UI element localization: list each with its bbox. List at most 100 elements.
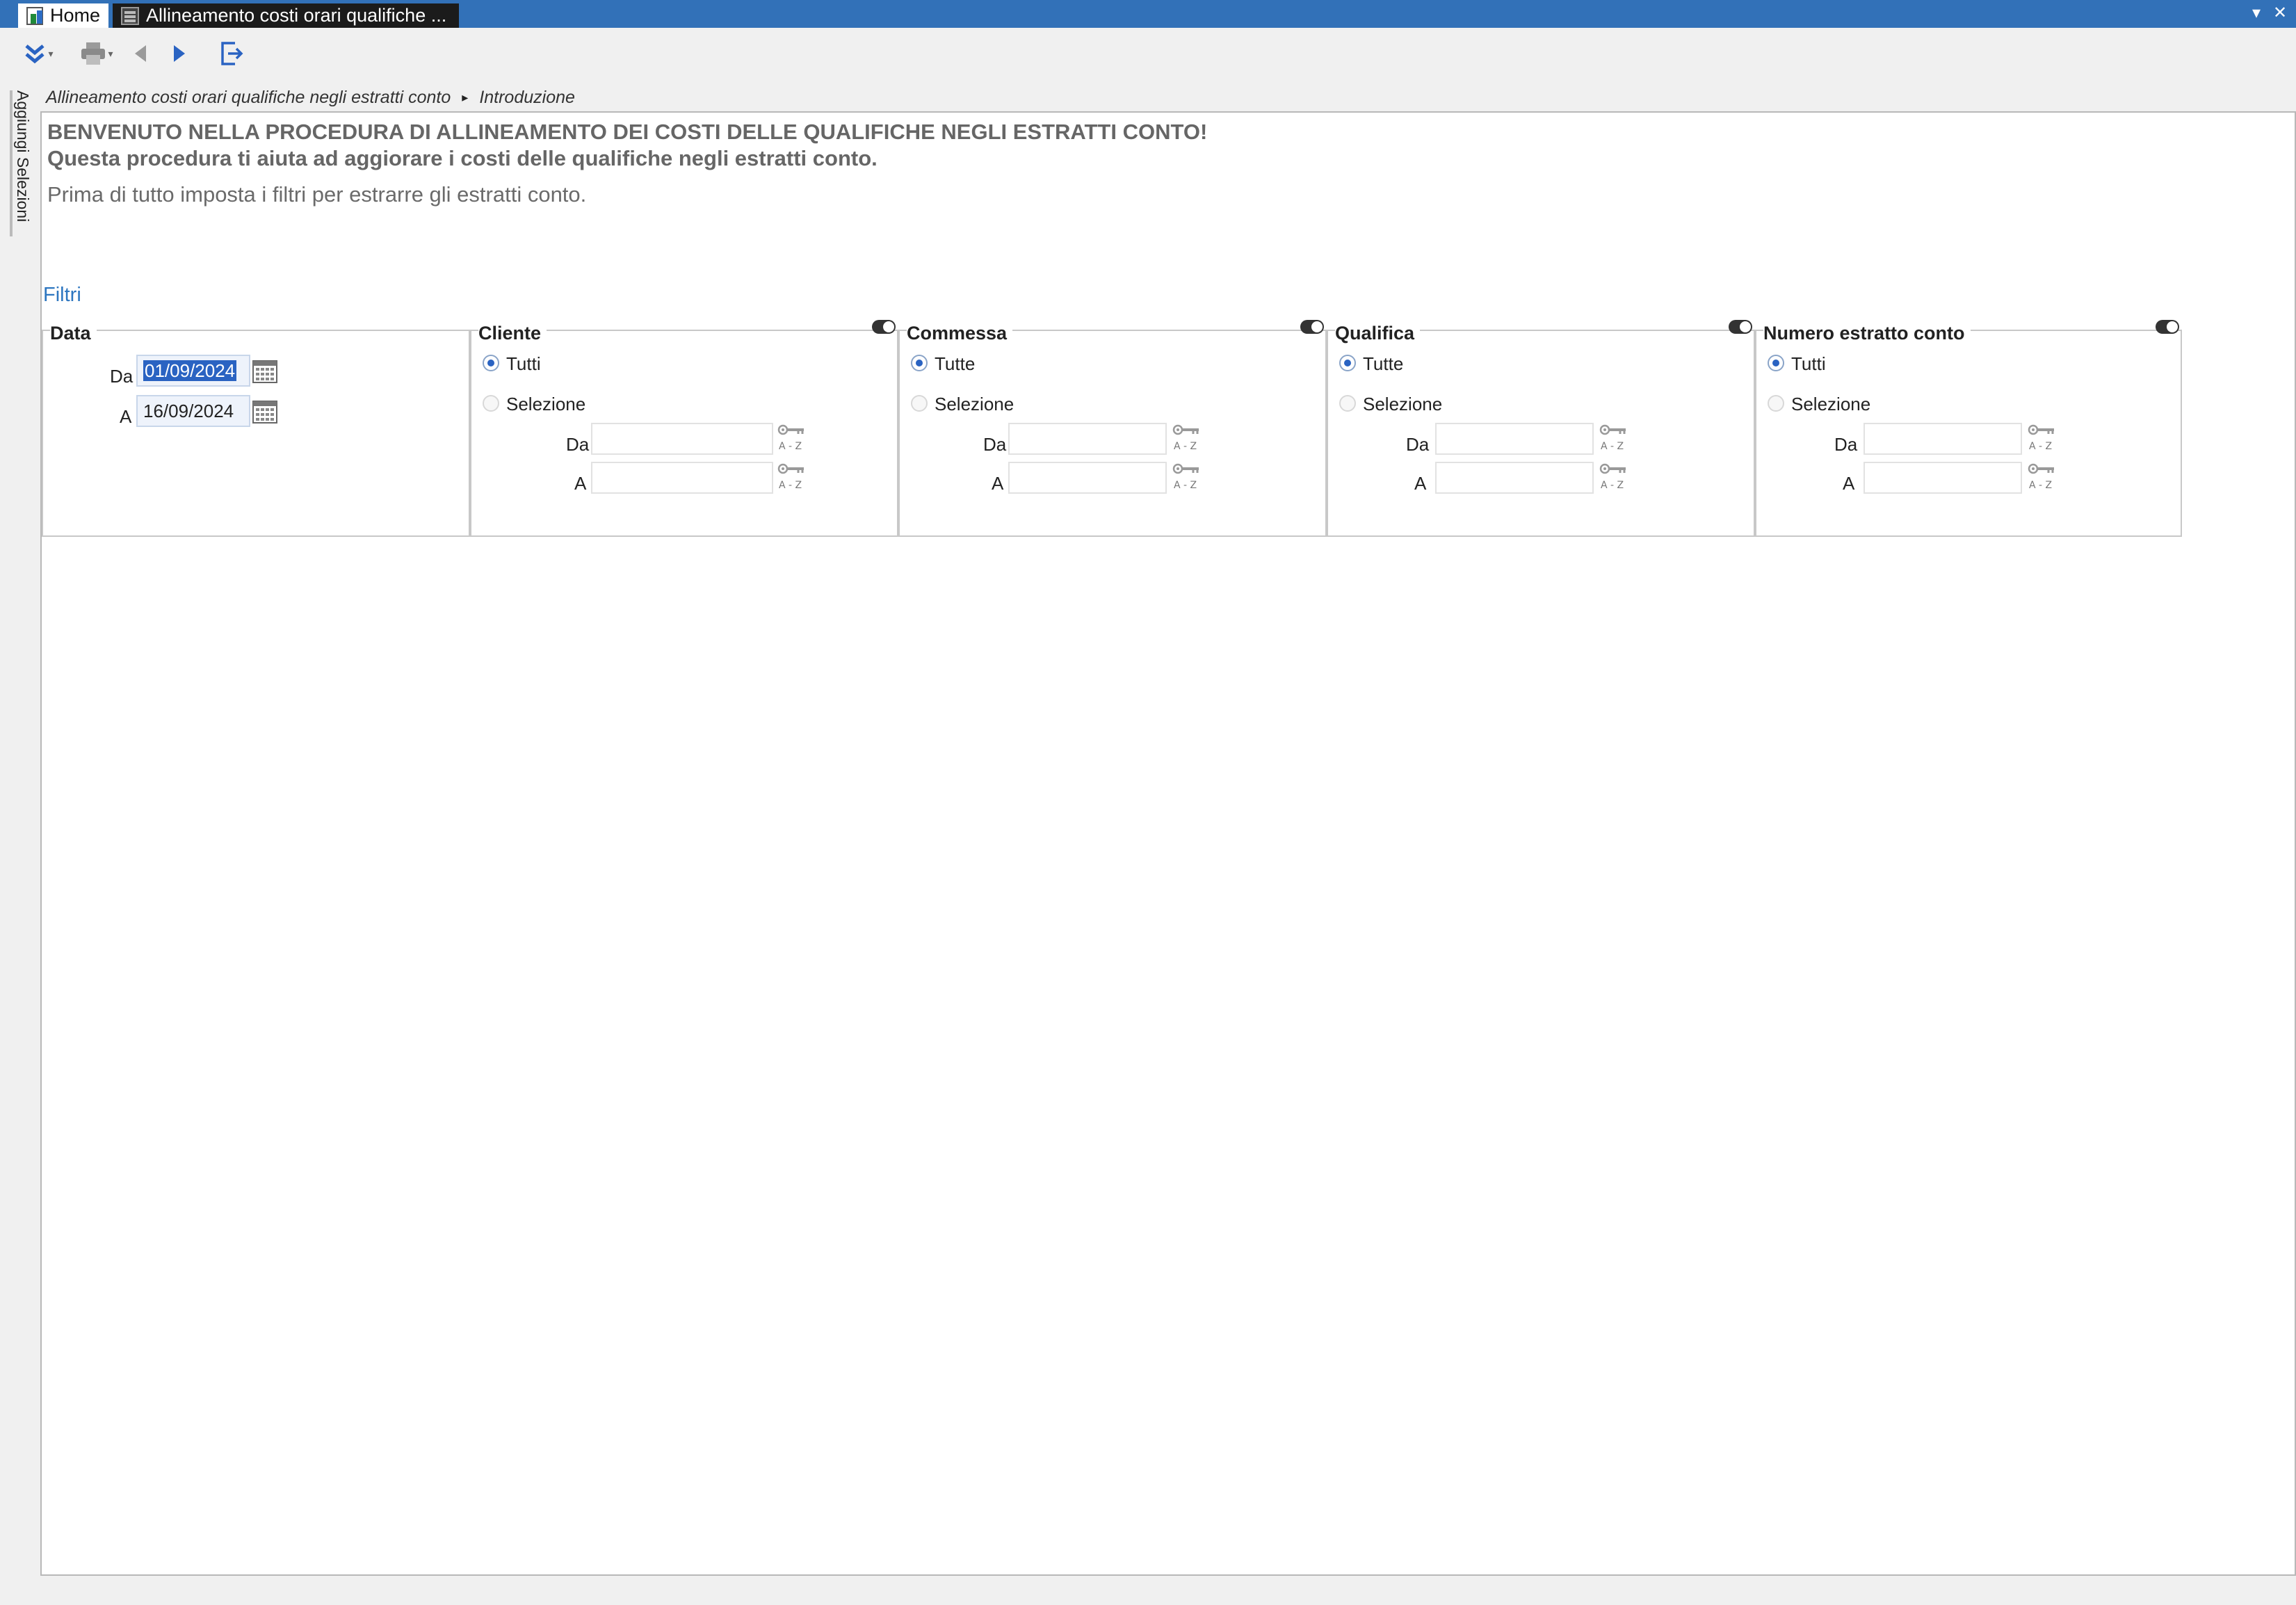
key-caption: A - Z (779, 441, 802, 452)
filter-group-title: Cliente (478, 323, 547, 344)
range-to-label: A (992, 473, 1004, 494)
filter-group-numero-estratto-conto: Numero estratto conto Tutti Selezione Da… (1755, 320, 2182, 537)
key-caption: A - Z (779, 480, 802, 491)
radio-all-label: Tutte (1363, 353, 1404, 374)
calendar-icon[interactable] (252, 357, 278, 384)
key-lookup-icon[interactable]: A - Z (1599, 462, 1630, 492)
range-from-label: Da (1406, 434, 1430, 455)
minimize-button[interactable]: ▾ (2246, 3, 2267, 24)
arrow-left-icon (135, 45, 146, 62)
range-from-input[interactable] (1864, 423, 2022, 455)
arrow-right-icon (174, 45, 185, 62)
welcome-subtitle: Questa procedura ti aiuta ad aggiorare i… (47, 146, 878, 170)
breadcrumb-path[interactable]: Allineamento costi orari qualifiche negl… (46, 88, 451, 108)
exit-icon (221, 42, 243, 65)
tab-bar: Home Allineamento costi orari qualifiche… (0, 0, 2296, 28)
toggle-switch[interactable] (1300, 320, 1324, 334)
date-to-label: A (120, 406, 132, 427)
tab-home-label: Home (49, 5, 100, 26)
radio-selection[interactable] (1339, 395, 1356, 412)
breadcrumb-current: Introduzione (479, 87, 575, 107)
print-button[interactable]: ▾ (72, 36, 121, 71)
filter-group-title: Data (50, 323, 97, 344)
radio-selection-label: Selezione (1363, 394, 1443, 414)
key-lookup-icon[interactable]: A - Z (2028, 423, 2058, 453)
filter-group-title: Qualifica (1335, 323, 1421, 344)
radio-selection[interactable] (1768, 395, 1784, 412)
radio-selection-label: Selezione (935, 394, 1014, 414)
key-caption: A - Z (1174, 480, 1197, 491)
toggle-switch[interactable] (2156, 320, 2179, 334)
tab-document[interactable]: Allineamento costi orari qualifiche ... (113, 3, 459, 28)
radio-selection-label: Selezione (1791, 394, 1871, 414)
filter-group-title: Commessa (907, 323, 1013, 344)
filter-group-qualifica: Qualifica Tutte Selezione Da A - Z A A -… (1327, 320, 1755, 537)
range-to-input[interactable] (1008, 462, 1167, 494)
tab-document-label: Allineamento costi orari qualifiche ... (146, 5, 447, 26)
date-from-input[interactable]: 01/09/2024 (136, 355, 250, 387)
radio-selection[interactable] (911, 395, 928, 412)
range-to-label: A (574, 473, 587, 494)
exit-button[interactable] (214, 36, 249, 71)
key-lookup-icon[interactable]: A - Z (1172, 423, 1203, 453)
printer-icon (81, 42, 106, 65)
range-to-input[interactable] (591, 462, 773, 494)
forward-button[interactable] (164, 36, 195, 71)
home-icon (26, 6, 43, 25)
filter-group-title: Numero estratto conto (1763, 323, 1971, 344)
radio-selection-label: Selezione (506, 394, 586, 414)
date-from-value: 01/09/2024 (143, 360, 237, 381)
radio-all-label: Tutte (935, 353, 976, 374)
range-from-input[interactable] (1435, 423, 1594, 455)
radio-all-label: Tutti (506, 353, 541, 374)
back-button[interactable] (125, 36, 156, 71)
toggle-switch[interactable] (872, 320, 896, 334)
breadcrumb-separator-icon: ▸ (462, 90, 469, 104)
close-button[interactable]: ✕ (2270, 3, 2290, 24)
document-icon (121, 6, 139, 25)
calendar-icon[interactable] (252, 398, 278, 424)
double-chevron-down-icon (25, 45, 45, 64)
date-to-input[interactable]: 16/09/2024 (136, 395, 250, 427)
radio-selection[interactable] (483, 395, 499, 412)
range-from-label: Da (983, 434, 1007, 455)
key-lookup-icon[interactable]: A - Z (1599, 423, 1630, 453)
range-to-label: A (1414, 473, 1427, 494)
expand-menu-button[interactable]: ▾ (14, 36, 63, 71)
range-from-input[interactable] (591, 423, 773, 455)
toggle-switch[interactable] (1729, 320, 1752, 334)
filter-group-data: Data Da 01/09/2024 A 16/09/2024 (42, 323, 470, 537)
key-caption: A - Z (1601, 441, 1624, 452)
radio-all[interactable] (1339, 355, 1356, 371)
welcome-title: BENVENUTO NELLA PROCEDURA DI ALLINEAMENT… (47, 120, 1208, 144)
welcome-instructions: Prima di tutto imposta i filtri per estr… (47, 182, 587, 207)
range-to-input[interactable] (1864, 462, 2022, 494)
key-lookup-icon[interactable]: A - Z (2028, 462, 2058, 492)
add-selections-tab[interactable]: Aggiungi Selezioni (10, 90, 32, 236)
radio-all[interactable] (1768, 355, 1784, 371)
filter-group-cliente: Cliente Tutti Selezione Da A - Z A A - Z (470, 320, 898, 537)
breadcrumb: Allineamento costi orari qualifiche negl… (46, 85, 575, 110)
radio-all[interactable] (483, 355, 499, 371)
toolbar: ▾ ▾ (0, 28, 2296, 82)
key-lookup-icon[interactable]: A - Z (1172, 462, 1203, 492)
range-from-label: Da (1834, 434, 1858, 455)
dropdown-arrow-icon: ▾ (48, 47, 54, 59)
key-lookup-icon[interactable]: A - Z (777, 423, 808, 453)
radio-all-label: Tutti (1791, 353, 1826, 374)
tab-home[interactable]: Home (18, 3, 108, 28)
side-panel: Aggiungi Selezioni (0, 82, 39, 1584)
key-caption: A - Z (2029, 480, 2052, 491)
key-lookup-icon[interactable]: A - Z (777, 462, 808, 492)
key-caption: A - Z (1174, 441, 1197, 452)
range-to-input[interactable] (1435, 462, 1594, 494)
range-from-input[interactable] (1008, 423, 1167, 455)
range-from-label: Da (566, 434, 590, 455)
radio-all[interactable] (911, 355, 928, 371)
key-caption: A - Z (1601, 480, 1624, 491)
range-to-label: A (1843, 473, 1855, 494)
date-from-label: Da (110, 366, 134, 387)
key-caption: A - Z (2029, 441, 2052, 452)
filters-heading: Filtri (43, 284, 81, 306)
filter-group-commessa: Commessa Tutte Selezione Da A - Z A A - … (898, 320, 1327, 537)
